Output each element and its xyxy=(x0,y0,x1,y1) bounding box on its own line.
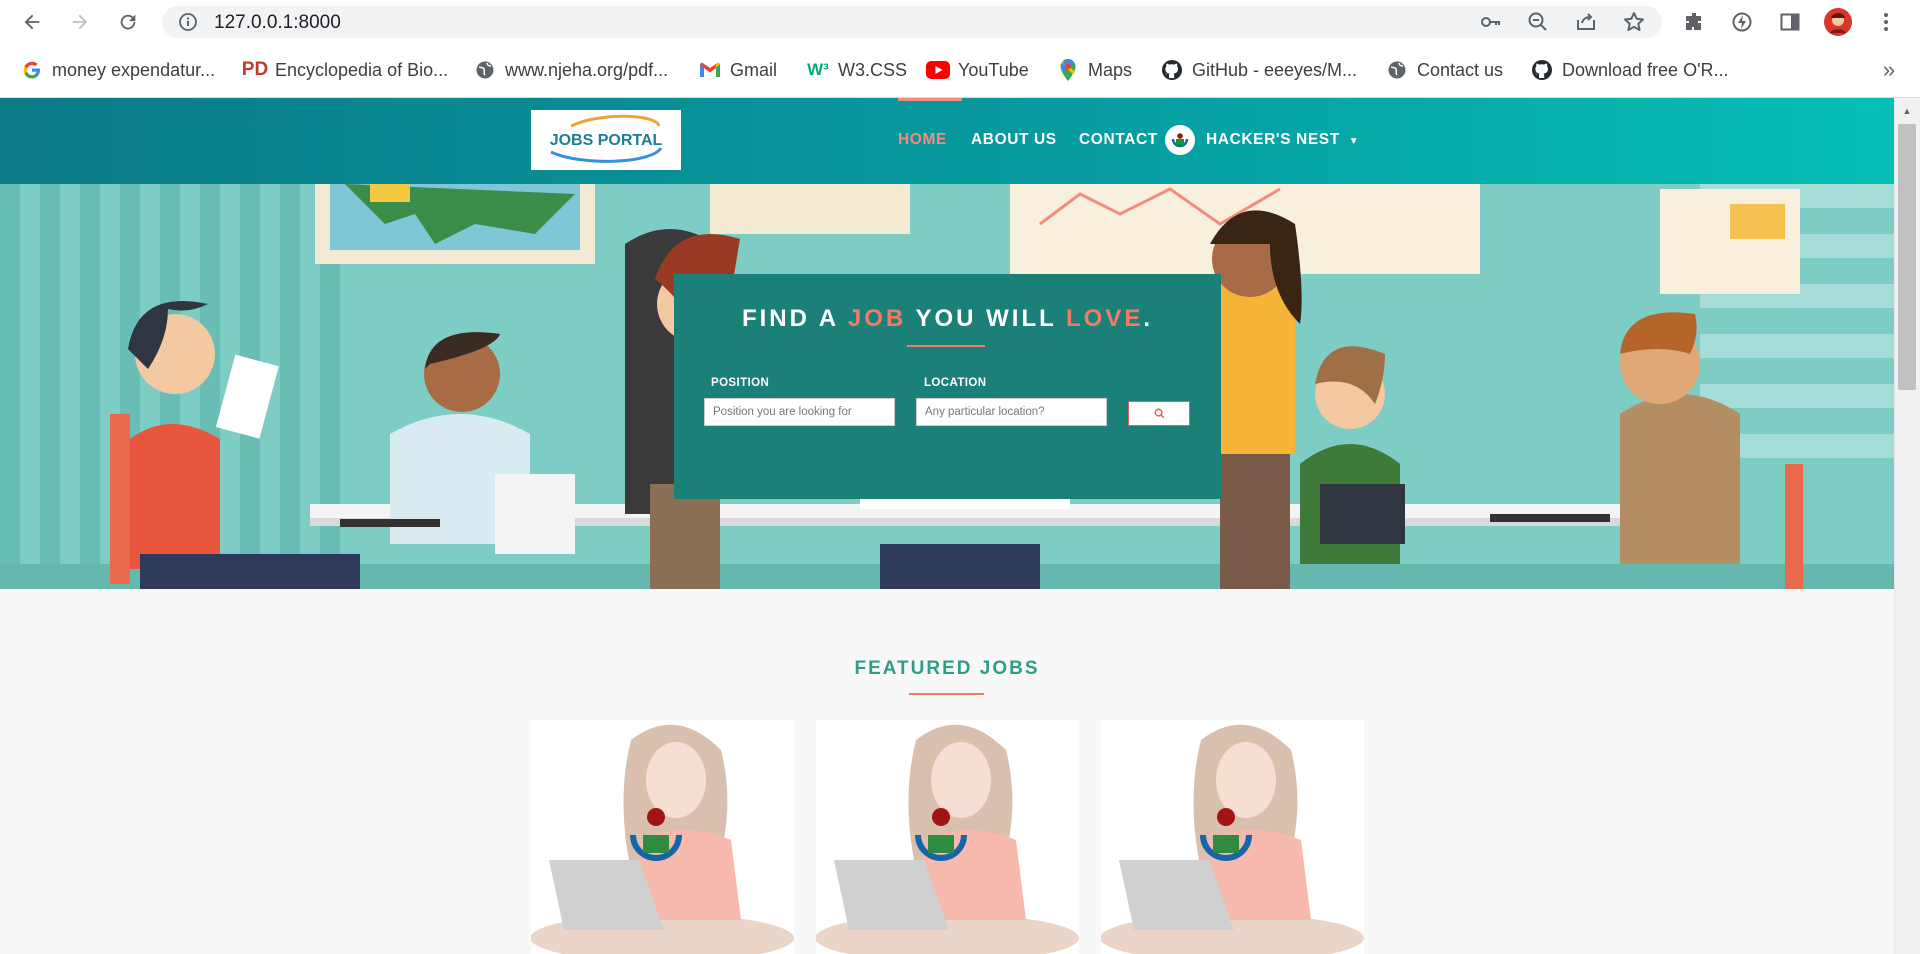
bookmark-encyclopedia[interactable]: PD Encyclopedia of Bio... xyxy=(241,56,449,84)
site-info-icon[interactable] xyxy=(178,12,198,32)
search-button[interactable] xyxy=(1128,401,1190,426)
arrow-right-icon xyxy=(72,14,88,30)
nav-about[interactable]: ABOUT US xyxy=(971,131,1057,149)
back-button[interactable] xyxy=(16,6,48,38)
position-input[interactable] xyxy=(704,398,895,426)
side-panel-icon[interactable] xyxy=(1774,6,1806,38)
address-bar[interactable] xyxy=(162,6,1662,38)
position-label: POSITION xyxy=(711,377,770,389)
github-icon xyxy=(1530,58,1554,82)
reload-icon xyxy=(120,14,136,30)
caret-down-icon: ▼ xyxy=(1348,136,1360,147)
headline-underline xyxy=(907,345,985,347)
performance-icon[interactable] xyxy=(1726,6,1758,38)
user-avatar[interactable] xyxy=(1165,125,1195,155)
jobs-portal-logo[interactable]: JOBS PORTAL xyxy=(531,110,681,170)
maps-icon xyxy=(1056,58,1080,82)
headline-part-2: YOU WILL xyxy=(906,305,1067,332)
job-card[interactable] xyxy=(531,720,794,954)
nav-contact[interactable]: CONTACT xyxy=(1079,131,1158,149)
bookmark-contact[interactable]: Contact us xyxy=(1385,56,1503,84)
w3-icon: W³ xyxy=(807,60,829,79)
job-card-image xyxy=(816,724,1079,954)
bookmark-label: GitHub - eeeyes/M... xyxy=(1192,59,1358,80)
bookmark-w3css[interactable]: W³ W3.CSS xyxy=(806,56,907,84)
bookmark-label: W3.CSS xyxy=(838,59,908,80)
user-name: HACKER'S NEST xyxy=(1206,131,1340,148)
extensions-icon[interactable] xyxy=(1678,6,1710,38)
featured-jobs-title: FEATURED JOBS xyxy=(854,658,1040,679)
page-viewport: JOBS PORTAL HOME ABOUT US CONTACT HACKER… xyxy=(0,98,1894,954)
zoom-out-icon[interactable] xyxy=(1522,6,1554,38)
bookmark-oreilly[interactable]: Download free O'R... xyxy=(1530,56,1729,84)
bookmark-youtube[interactable]: YouTube xyxy=(926,56,1029,84)
globe-icon xyxy=(473,58,497,82)
location-input[interactable] xyxy=(916,398,1107,426)
headline-end: . xyxy=(1143,305,1154,332)
nav-user-dropdown[interactable]: HACKER'S NEST ▼ xyxy=(1206,131,1359,149)
bookmark-label: money expendatur... xyxy=(52,59,216,80)
location-label: LOCATION xyxy=(924,377,987,389)
more-bookmarks-icon[interactable]: » xyxy=(1876,56,1902,84)
globe-icon xyxy=(1385,58,1409,82)
bookmark-money[interactable]: money expendatur... xyxy=(20,56,215,84)
job-card-image xyxy=(1101,724,1364,954)
job-card[interactable] xyxy=(816,720,1079,954)
headline-job: JOB xyxy=(847,305,907,332)
menu-dots-icon[interactable] xyxy=(1870,6,1902,38)
bookmark-github[interactable]: GitHub - eeeyes/M... xyxy=(1160,56,1357,84)
scrollbar-thumb[interactable] xyxy=(1898,124,1916,390)
github-icon xyxy=(1160,58,1184,82)
google-icon xyxy=(20,58,44,82)
bookmark-label: Contact us xyxy=(1417,59,1504,80)
headline-part-1: FIND A xyxy=(741,305,848,332)
bookmark-star-icon[interactable] xyxy=(1618,6,1650,38)
reload-button[interactable] xyxy=(112,6,144,38)
job-card-image xyxy=(531,724,794,954)
bookmark-njeha[interactable]: www.njeha.org/pdf... xyxy=(473,56,668,84)
site-header xyxy=(0,98,1894,184)
bookmark-gmail[interactable]: Gmail xyxy=(698,56,777,84)
forward-button[interactable] xyxy=(64,6,96,38)
bookmark-maps[interactable]: Maps xyxy=(1056,56,1132,84)
bookmark-label: Gmail xyxy=(730,59,778,80)
youtube-icon xyxy=(926,58,950,82)
scroll-up-arrow-icon[interactable]: ▲ xyxy=(1898,104,1916,118)
bookmark-label: Download free O'R... xyxy=(1562,59,1729,80)
headline-love: LOVE xyxy=(1066,305,1144,332)
pd-icon: PD xyxy=(241,59,269,80)
featured-underline xyxy=(909,693,984,695)
share-icon[interactable] xyxy=(1570,6,1602,38)
url-text[interactable]: 127.0.0.1:8000 xyxy=(214,12,341,34)
key-icon[interactable] xyxy=(1474,6,1506,38)
search-icon xyxy=(1154,408,1164,419)
nav-home[interactable]: HOME xyxy=(898,131,947,149)
arrow-left-icon xyxy=(24,14,40,30)
gmail-icon xyxy=(698,58,722,82)
logo-text: JOBS PORTAL xyxy=(550,132,663,149)
nav-active-indicator xyxy=(898,98,962,101)
bookmark-label: Encyclopedia of Bio... xyxy=(275,59,449,80)
job-card[interactable] xyxy=(1101,720,1364,954)
bookmark-label: www.njeha.org/pdf... xyxy=(505,59,669,80)
bookmark-label: YouTube xyxy=(958,59,1029,80)
bookmark-label: Maps xyxy=(1088,59,1133,80)
hero-headline: FIND A JOB YOU WILL LOVE. xyxy=(674,305,1221,333)
profile-avatar[interactable] xyxy=(1822,6,1854,38)
